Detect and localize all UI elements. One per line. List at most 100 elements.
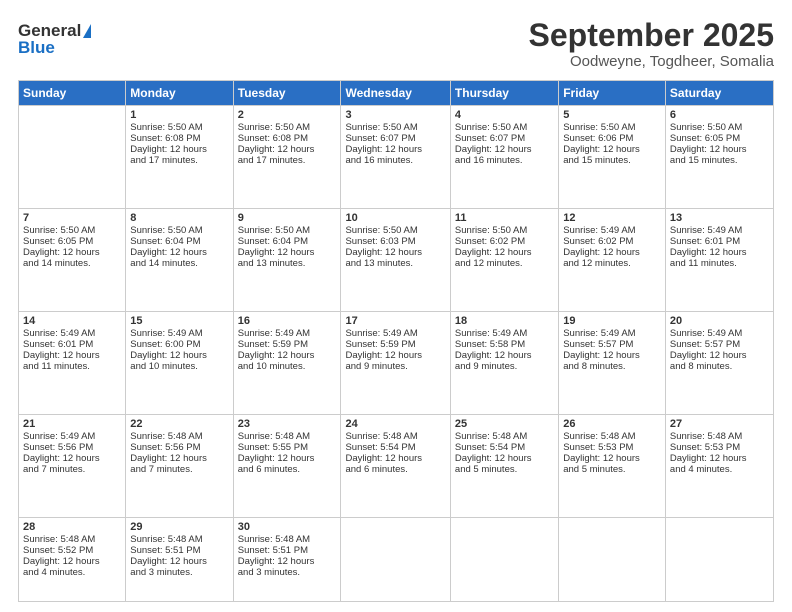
day-info-line: Sunrise: 5:49 AM xyxy=(670,225,769,236)
calendar-cell: 3Sunrise: 5:50 AMSunset: 6:07 PMDaylight… xyxy=(341,106,450,209)
day-info-line: Sunset: 5:57 PM xyxy=(563,339,661,350)
logo-triangle-icon xyxy=(83,24,91,38)
day-info-line: and 3 minutes. xyxy=(238,567,337,578)
calendar-cell: 15Sunrise: 5:49 AMSunset: 6:00 PMDayligh… xyxy=(126,311,233,414)
calendar-cell: 19Sunrise: 5:49 AMSunset: 5:57 PMDayligh… xyxy=(559,311,666,414)
day-number: 16 xyxy=(238,315,337,327)
day-info-line: Daylight: 12 hours xyxy=(130,556,228,567)
day-info-line: Sunrise: 5:49 AM xyxy=(130,328,228,339)
day-info-line: Daylight: 12 hours xyxy=(23,350,121,361)
day-number: 22 xyxy=(130,418,228,430)
day-info-line: and 15 minutes. xyxy=(563,155,661,166)
day-info-line: Daylight: 12 hours xyxy=(130,453,228,464)
day-info-line: and 14 minutes. xyxy=(23,258,121,269)
day-info-line: and 16 minutes. xyxy=(345,155,445,166)
day-info-line: and 10 minutes. xyxy=(238,361,337,372)
day-info-line: Sunrise: 5:50 AM xyxy=(455,122,554,133)
day-info-line: Daylight: 12 hours xyxy=(345,453,445,464)
calendar-cell: 28Sunrise: 5:48 AMSunset: 5:52 PMDayligh… xyxy=(19,517,126,601)
day-number: 23 xyxy=(238,418,337,430)
day-info-line: Sunset: 6:04 PM xyxy=(238,236,337,247)
day-info-line: and 16 minutes. xyxy=(455,155,554,166)
day-number: 5 xyxy=(563,109,661,121)
day-number: 11 xyxy=(455,212,554,224)
day-number: 12 xyxy=(563,212,661,224)
day-number: 3 xyxy=(345,109,445,121)
calendar-cell: 2Sunrise: 5:50 AMSunset: 6:08 PMDaylight… xyxy=(233,106,341,209)
day-number: 26 xyxy=(563,418,661,430)
day-info-line: Sunrise: 5:49 AM xyxy=(563,225,661,236)
day-info-line: and 12 minutes. xyxy=(563,258,661,269)
day-info-line: Daylight: 12 hours xyxy=(563,453,661,464)
day-info-line: Daylight: 12 hours xyxy=(670,350,769,361)
day-info-line: and 3 minutes. xyxy=(130,567,228,578)
day-number: 13 xyxy=(670,212,769,224)
calendar-cell: 21Sunrise: 5:49 AMSunset: 5:56 PMDayligh… xyxy=(19,414,126,517)
calendar-cell xyxy=(450,517,558,601)
day-info-line: and 7 minutes. xyxy=(23,464,121,475)
calendar-cell: 24Sunrise: 5:48 AMSunset: 5:54 PMDayligh… xyxy=(341,414,450,517)
day-number: 15 xyxy=(130,315,228,327)
col-header-friday: Friday xyxy=(559,81,666,106)
day-info-line: Daylight: 12 hours xyxy=(238,350,337,361)
day-info-line: Daylight: 12 hours xyxy=(563,144,661,155)
day-info-line: and 13 minutes. xyxy=(238,258,337,269)
day-info-line: Sunrise: 5:50 AM xyxy=(345,122,445,133)
calendar-cell: 23Sunrise: 5:48 AMSunset: 5:55 PMDayligh… xyxy=(233,414,341,517)
header-row: SundayMondayTuesdayWednesdayThursdayFrid… xyxy=(19,81,774,106)
logo: General Blue xyxy=(18,22,91,56)
day-number: 1 xyxy=(130,109,228,121)
week-row-4: 21Sunrise: 5:49 AMSunset: 5:56 PMDayligh… xyxy=(19,414,774,517)
week-row-2: 7Sunrise: 5:50 AMSunset: 6:05 PMDaylight… xyxy=(19,209,774,312)
day-info-line: Sunset: 5:58 PM xyxy=(455,339,554,350)
day-info-line: and 7 minutes. xyxy=(130,464,228,475)
day-info-line: and 11 minutes. xyxy=(23,361,121,372)
calendar-cell xyxy=(665,517,773,601)
day-info-line: Sunrise: 5:49 AM xyxy=(23,328,121,339)
calendar-cell: 25Sunrise: 5:48 AMSunset: 5:54 PMDayligh… xyxy=(450,414,558,517)
calendar-cell: 16Sunrise: 5:49 AMSunset: 5:59 PMDayligh… xyxy=(233,311,341,414)
day-info-line: Sunrise: 5:50 AM xyxy=(130,122,228,133)
col-header-thursday: Thursday xyxy=(450,81,558,106)
day-number: 24 xyxy=(345,418,445,430)
day-info-line: Daylight: 12 hours xyxy=(345,350,445,361)
day-info-line: Sunset: 5:55 PM xyxy=(238,442,337,453)
day-info-line: and 17 minutes. xyxy=(130,155,228,166)
day-info-line: Sunrise: 5:49 AM xyxy=(455,328,554,339)
day-info-line: and 6 minutes. xyxy=(238,464,337,475)
calendar-cell: 11Sunrise: 5:50 AMSunset: 6:02 PMDayligh… xyxy=(450,209,558,312)
col-header-sunday: Sunday xyxy=(19,81,126,106)
calendar-cell: 29Sunrise: 5:48 AMSunset: 5:51 PMDayligh… xyxy=(126,517,233,601)
calendar-cell: 9Sunrise: 5:50 AMSunset: 6:04 PMDaylight… xyxy=(233,209,341,312)
day-info-line: Sunrise: 5:48 AM xyxy=(130,534,228,545)
calendar-cell: 22Sunrise: 5:48 AMSunset: 5:56 PMDayligh… xyxy=(126,414,233,517)
day-info-line: and 9 minutes. xyxy=(455,361,554,372)
day-info-line: and 6 minutes. xyxy=(345,464,445,475)
day-info-line: Sunrise: 5:49 AM xyxy=(23,431,121,442)
calendar-cell: 6Sunrise: 5:50 AMSunset: 6:05 PMDaylight… xyxy=(665,106,773,209)
col-header-wednesday: Wednesday xyxy=(341,81,450,106)
day-number: 30 xyxy=(238,521,337,533)
day-info-line: Sunset: 5:57 PM xyxy=(670,339,769,350)
day-info-line: Sunset: 6:01 PM xyxy=(670,236,769,247)
col-header-saturday: Saturday xyxy=(665,81,773,106)
day-info-line: Daylight: 12 hours xyxy=(23,453,121,464)
page: General Blue September 2025 Oodweyne, To… xyxy=(0,0,792,612)
day-info-line: Sunrise: 5:50 AM xyxy=(130,225,228,236)
day-info-line: Sunrise: 5:50 AM xyxy=(238,225,337,236)
location-title: Oodweyne, Togdheer, Somalia xyxy=(529,53,774,70)
calendar-cell xyxy=(19,106,126,209)
day-info-line: Daylight: 12 hours xyxy=(238,556,337,567)
day-info-line: Sunset: 6:03 PM xyxy=(345,236,445,247)
day-number: 14 xyxy=(23,315,121,327)
day-info-line: and 17 minutes. xyxy=(238,155,337,166)
day-info-line: Daylight: 12 hours xyxy=(238,144,337,155)
day-info-line: Sunset: 5:53 PM xyxy=(563,442,661,453)
day-info-line: Sunset: 5:56 PM xyxy=(130,442,228,453)
day-number: 2 xyxy=(238,109,337,121)
day-info-line: Sunset: 5:51 PM xyxy=(238,545,337,556)
day-number: 29 xyxy=(130,521,228,533)
logo-general-text: General xyxy=(18,22,81,39)
day-info-line: Sunrise: 5:49 AM xyxy=(563,328,661,339)
day-info-line: Daylight: 12 hours xyxy=(455,144,554,155)
